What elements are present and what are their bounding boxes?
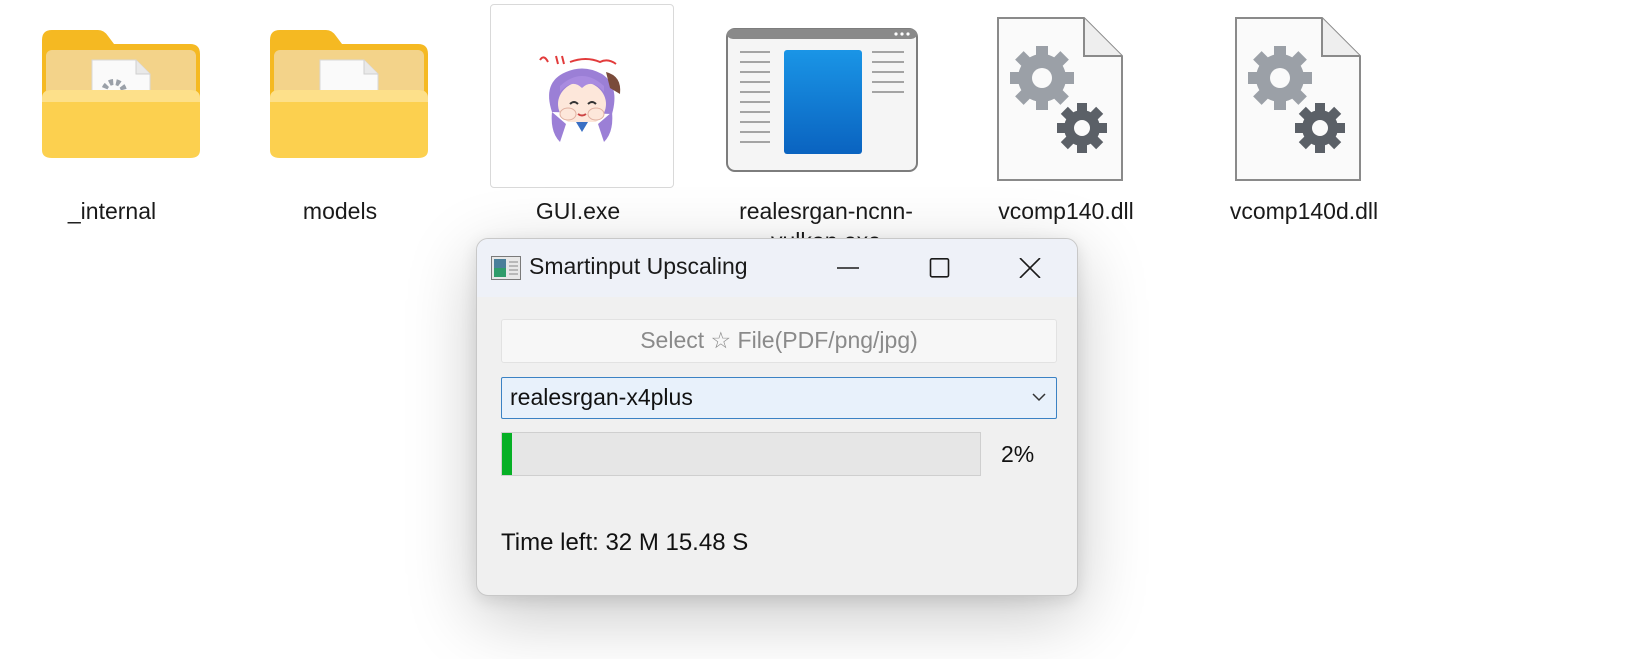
progress-percent: 2% <box>1001 441 1035 467</box>
file-models[interactable]: models <box>240 0 440 240</box>
upscaling-window: Smartinput Upscaling Select ☆ File(PDF/p… <box>476 238 1078 596</box>
progress-fill <box>502 433 512 475</box>
model-select-value: realesrgan-x4plus <box>510 384 693 410</box>
window-title: Smartinput Upscaling <box>529 253 748 279</box>
dll-gears-icon <box>997 17 1123 181</box>
close-icon <box>1019 258 1041 278</box>
minimize-button[interactable] <box>817 247 877 289</box>
time-left-label: Time left: 32 M 15.48 S <box>501 529 749 556</box>
file-gui-exe[interactable]: GUI.exe <box>478 0 678 240</box>
file-label: realesrgan-ncnn-vulkan.exe <box>739 198 913 240</box>
file-label: vcomp140.dll <box>998 198 1134 224</box>
file-internal[interactable]: _internal <box>12 0 212 240</box>
title-bar[interactable]: Smartinput Upscaling <box>477 239 1077 297</box>
select-file-button[interactable]: Select ☆ File(PDF/png/jpg) <box>501 319 1057 363</box>
chevron-down-icon <box>1032 393 1046 402</box>
application-window-icon <box>726 28 918 172</box>
maximize-button[interactable] <box>909 247 969 289</box>
folder-with-document-icon <box>270 30 428 158</box>
file-realesrgan-exe[interactable]: realesrgan-ncnn-vulkan.exe <box>726 0 926 240</box>
progress-bar <box>501 432 981 476</box>
dll-gears-icon <box>1235 17 1361 181</box>
file-label: vcomp140d.dll <box>1229 198 1379 224</box>
file-label: GUI.exe <box>535 198 621 224</box>
anime-character-app-icon <box>539 55 621 142</box>
close-button[interactable] <box>999 247 1059 289</box>
model-select[interactable]: realesrgan-x4plus <box>501 377 1057 419</box>
app-icon <box>491 256 521 280</box>
maximize-icon <box>929 258 950 278</box>
folder-with-settings-icon <box>42 30 200 158</box>
file-label: models <box>302 198 378 224</box>
file-vcomp140d-dll[interactable]: vcomp140d.dll <box>1204 0 1404 240</box>
minimize-icon <box>837 267 859 269</box>
file-label: _internal <box>67 198 157 224</box>
file-vcomp140-dll[interactable]: vcomp140.dll <box>966 0 1166 240</box>
